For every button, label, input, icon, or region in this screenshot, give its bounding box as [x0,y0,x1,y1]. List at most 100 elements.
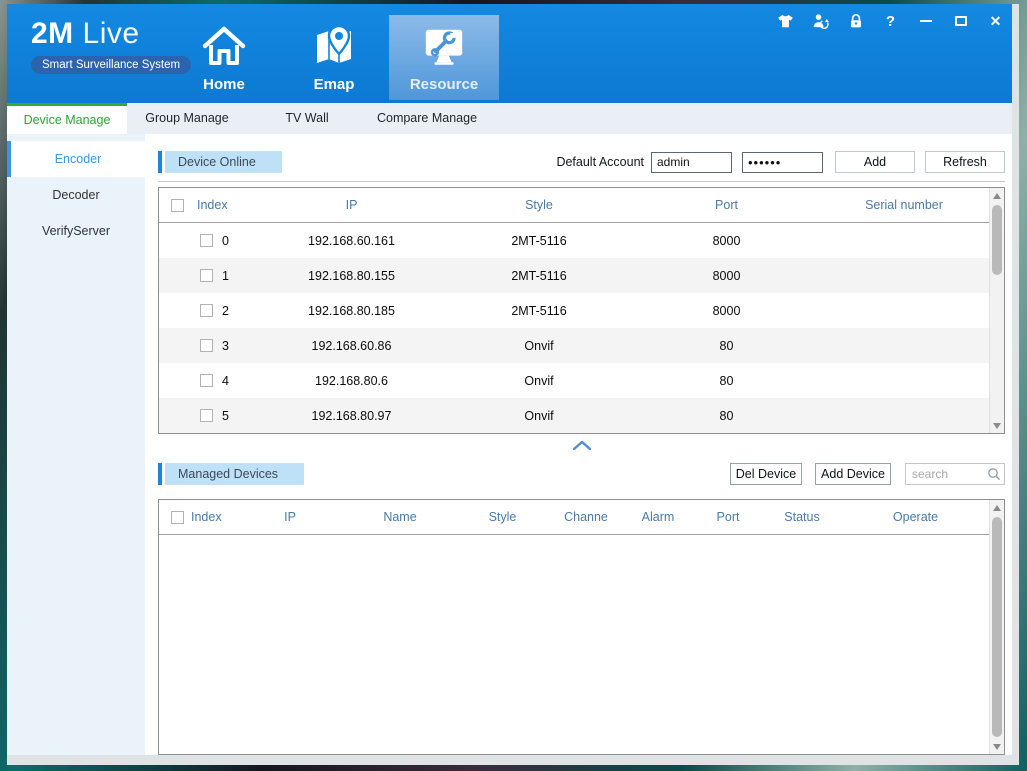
managed-devices-chip: Managed Devices [158,463,304,485]
col-ip: IP [259,198,444,212]
main-panel: Device Online Default Account Add Refres… [145,134,1012,755]
add-button[interactable]: Add [835,151,915,173]
managed-devices-title: Managed Devices [165,463,304,485]
cell-style: Onvif [444,409,634,423]
table-row[interactable]: 4 192.168.80.6 Onvif 80 [159,363,989,398]
col-index: Index [197,198,228,212]
table-row[interactable]: 3 192.168.60.86 Onvif 80 [159,328,989,363]
cell-style: 2MT-5116 [444,234,634,248]
col-ip: IP [235,510,345,524]
cell-port: 80 [634,409,819,423]
col-channel: Channe [550,510,622,524]
cell-index: 0 [222,234,229,248]
row-checkbox[interactable] [200,234,213,247]
sidebar-item-decoder[interactable]: Decoder [7,177,145,213]
map-pin-icon [310,15,358,77]
search-icon [987,467,1001,486]
table-row[interactable]: 5 192.168.80.97 Onvif 80 [159,398,989,433]
row-checkbox[interactable] [200,339,213,352]
minimize-button[interactable] [915,11,936,31]
sidebar-item-encoder[interactable]: Encoder [7,141,145,177]
row-checkbox[interactable] [200,374,213,387]
switch-user-icon[interactable] [810,11,831,31]
nav-label-resource: Resource [410,77,478,93]
refresh-button[interactable]: Refresh [925,151,1005,173]
account-input[interactable] [651,152,732,173]
scrollbar-thumb[interactable] [992,205,1002,275]
cell-index: 1 [222,269,229,283]
password-input[interactable] [742,152,823,173]
managed-actions: Del Device Add Device [730,463,1005,485]
col-index: Index [183,510,235,524]
managed-devices-table: Index IP Name Style Channe Alarm Port St… [158,499,1005,755]
col-status: Status [762,510,842,524]
sidebar-item-verifyserver[interactable]: VerifyServer [7,213,145,249]
del-device-button[interactable]: Del Device [730,463,802,485]
cell-index: 5 [222,409,229,423]
scrollbar-thumb[interactable] [992,517,1002,737]
nav-label-home: Home [203,77,245,93]
cell-index: 2 [222,304,229,318]
window-controls: ? ✕ [761,11,1006,31]
chip-accent-bar [158,151,162,173]
monitor-wrench-icon [421,15,467,77]
brand-tagline: Smart Surveillance System [31,56,191,74]
online-table-scrollbar[interactable] [989,188,1004,433]
app-logo: 2M Live Smart Surveillance System [7,4,167,103]
table-row[interactable]: 1 192.168.80.155 2MT-5116 8000 [159,258,989,293]
row-checkbox[interactable] [200,409,213,422]
row-checkbox[interactable] [200,304,213,317]
col-serial-number: Serial number [819,198,989,212]
tab-device-manage[interactable]: Device Manage [7,103,127,134]
lock-icon[interactable] [845,11,866,31]
scroll-up-arrow[interactable] [990,500,1004,515]
scroll-down-arrow[interactable] [990,739,1004,754]
skin-tshirt-icon[interactable] [775,11,796,31]
close-button[interactable]: ✕ [985,11,1006,31]
cell-ip: 192.168.80.6 [259,374,444,388]
scroll-up-arrow[interactable] [990,188,1004,203]
nav-label-emap: Emap [314,77,355,93]
managed-table-scrollbar[interactable] [989,500,1004,754]
table-row[interactable]: 2 192.168.80.185 2MT-5116 8000 [159,293,989,328]
chip-accent-bar [158,463,162,485]
select-all-checkbox[interactable] [171,199,184,212]
cell-style: Onvif [444,374,634,388]
table-row[interactable]: 0 192.168.60.161 2MT-5116 8000 [159,223,989,258]
device-online-title: Device Online [165,151,282,173]
tab-tv-wall[interactable]: TV Wall [247,103,367,134]
cell-ip: 192.168.60.161 [259,234,444,248]
cell-ip: 192.168.80.97 [259,409,444,423]
nav-item-emap[interactable]: Emap [279,15,389,100]
col-style: Style [444,198,634,212]
row-checkbox[interactable] [200,269,213,282]
nav-item-resource[interactable]: Resource [389,15,499,100]
scroll-down-arrow[interactable] [990,418,1004,433]
cell-ip: 192.168.80.155 [259,269,444,283]
cell-port: 8000 [634,304,819,318]
account-form: Default Account Add Refresh [556,151,1005,173]
cell-ip: 192.168.60.86 [259,339,444,353]
title-bar: 2M Live Smart Surveillance System Home [7,4,1012,103]
managed-devices-header: Managed Devices Del Device Add Device [158,462,1005,486]
collapse-row [158,434,1005,456]
add-device-button[interactable]: Add Device [815,463,891,485]
module-tabbar: Device Manage Group Manage TV Wall Compa… [7,103,1012,134]
tab-compare-manage[interactable]: Compare Manage [367,103,487,134]
main-nav: Home Emap [169,4,499,103]
home-icon [200,15,248,77]
help-button[interactable]: ? [880,11,901,31]
default-account-label: Default Account [556,155,644,169]
cell-index: 4 [222,374,229,388]
nav-item-home[interactable]: Home [169,15,279,100]
col-operate: Operate [842,510,989,524]
cell-index: 3 [222,339,229,353]
collapse-chevron-up-icon[interactable] [573,441,591,450]
content-area: Encoder Decoder VerifyServer Device Onli… [7,134,1012,755]
brand-title: 2M Live [31,17,167,51]
maximize-button[interactable] [950,11,971,31]
tab-group-manage[interactable]: Group Manage [127,103,247,134]
cell-port: 8000 [634,234,819,248]
col-alarm: Alarm [622,510,694,524]
sidebar: Encoder Decoder VerifyServer [7,134,145,755]
